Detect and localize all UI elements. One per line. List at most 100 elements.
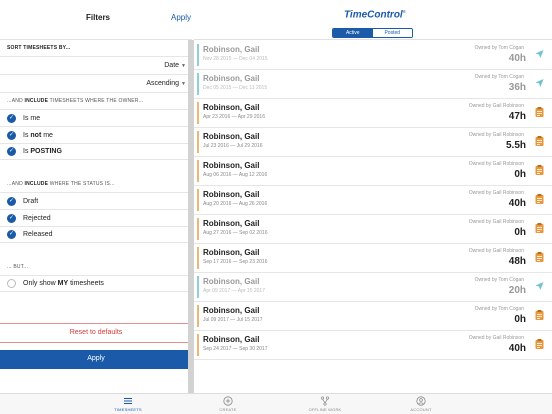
status-options: ✓ Draft ✓ Rejected ✓ Released xyxy=(0,192,192,243)
timesheet-row[interactable]: Robinson, Gail Nov 28 2015 — Dec 04 2015 O… xyxy=(194,41,552,70)
owner-label-post: TIMESHEETS WHERE THE OWNER... xyxy=(48,98,144,104)
timesheet-owner: Owned by Tom Cogan xyxy=(474,74,524,80)
radio-unchecked-icon[interactable] xyxy=(7,279,16,288)
but-section-label: ... BUT... xyxy=(0,259,192,275)
owner-option[interactable]: ✓ Is me xyxy=(0,109,192,126)
owner-option[interactable]: ✓ Is not me xyxy=(0,126,192,143)
clipboard-icon[interactable] xyxy=(535,136,544,146)
timesheet-owner: Owned by Tom Cogan xyxy=(474,45,524,51)
timesheet-hours: 47h xyxy=(508,111,526,122)
filters-title: Filters xyxy=(86,13,111,22)
checkmark-icon[interactable]: ✓ xyxy=(7,230,16,239)
timesheet-name: Robinson, Gail xyxy=(203,45,260,54)
tab-timesheets[interactable]: TIMESHEETS xyxy=(88,396,168,412)
checkmark-icon[interactable]: ✓ xyxy=(7,130,16,140)
owner-option[interactable]: ✓ Is POSTING xyxy=(0,143,192,160)
timesheet-row[interactable]: Robinson, Gail Sep 17 2016 — Sep 23 2016 O… xyxy=(194,244,552,273)
timesheet-owner: Owned by Tom Cogan xyxy=(474,277,524,283)
owner-option-text-pre: Is me xyxy=(23,114,41,122)
timesheet-hours: 40h xyxy=(508,343,526,354)
clipboard-icon[interactable] xyxy=(535,223,544,233)
checkmark-icon[interactable]: ✓ xyxy=(7,147,16,156)
timesheet-row[interactable]: Robinson, Gail Jul 23 2016 — Jul 29 2016 O… xyxy=(194,128,552,157)
sort-order-select[interactable]: Ascending ▼ xyxy=(0,74,192,92)
tab-active[interactable]: Active xyxy=(333,29,373,37)
timesheet-hours: 0h xyxy=(514,314,526,325)
timesheet-row[interactable]: Robinson, Gail Aug 20 2016 — Aug 26 2016 O… xyxy=(194,186,552,215)
send-icon[interactable] xyxy=(535,281,544,291)
send-icon[interactable] xyxy=(535,78,544,88)
timesheet-row[interactable]: Robinson, Gail Apr 09 2017 — Apr 15 2017 O… xyxy=(194,273,552,302)
timesheet-hours: 0h xyxy=(514,227,526,238)
filters-apply-link[interactable]: Apply xyxy=(171,13,191,22)
clipboard-icon[interactable] xyxy=(535,107,544,117)
clipboard-icon[interactable] xyxy=(535,165,544,175)
timesheet-name: Robinson, Gail xyxy=(203,190,260,199)
timesheet-row[interactable]: Robinson, Gail Jul 09 2017 — Jul 15 2017 O… xyxy=(194,302,552,331)
owner-option-label: Is me xyxy=(23,115,40,122)
sort-field-value: Date xyxy=(164,62,180,69)
status-segmented-control[interactable]: Active Posted xyxy=(332,28,413,38)
tab-create[interactable]: CREATE xyxy=(188,396,268,412)
timesheet-dates: Sep 17 2016 — Sep 23 2016 xyxy=(203,259,268,265)
timesheet-hours: 5.5h xyxy=(505,140,526,151)
owner-options: ✓ Is me ✓ Is not me ✓ Is POSTING xyxy=(0,109,192,160)
only-my-timesheets-label: Only show MY timesheets xyxy=(23,280,104,287)
tab-label: ACCOUNT xyxy=(410,407,432,412)
status-bar xyxy=(197,247,199,269)
timesheet-dates: Sep 24 2017 — Sep 30 2017 xyxy=(203,346,268,352)
status-bar xyxy=(197,131,199,153)
status-bar xyxy=(197,276,199,298)
checkmark-icon[interactable]: ✓ xyxy=(7,196,16,206)
menu-icon xyxy=(124,398,132,404)
list-header: TimeControl® Active Posted xyxy=(194,0,552,40)
tab-account[interactable]: ACCOUNT xyxy=(381,396,461,412)
timesheet-row[interactable]: Robinson, Gail Aug 27 2016 — Sep 02 2016 O… xyxy=(194,215,552,244)
status-bar xyxy=(197,305,199,327)
tab-posted[interactable]: Posted xyxy=(372,29,412,37)
timesheet-dates: Aug 06 2016 — Aug 12 2016 xyxy=(203,172,268,178)
checkmark-icon[interactable]: ✓ xyxy=(7,113,16,123)
timesheet-row[interactable]: Robinson, Gail Sep 24 2017 — Sep 30 2017 O… xyxy=(194,331,552,360)
filters-panel: Filters Apply SORT TIMESHEETS BY... Date… xyxy=(0,0,192,393)
reset-defaults-button[interactable]: Reset to defaults xyxy=(0,323,192,343)
status-bar xyxy=(197,102,199,124)
owner-label-pre: ...AND xyxy=(7,98,25,104)
owner-option-text-post: me xyxy=(41,131,53,139)
timesheet-row[interactable]: Robinson, Gail Dec 05 2015 — Dec 11 2015 O… xyxy=(194,70,552,99)
timesheet-dates: Nov 28 2015 — Dec 04 2015 xyxy=(203,56,268,62)
timesheet-row[interactable]: Robinson, Gail Apr 23 2016 — Apr 29 2016 O… xyxy=(194,99,552,128)
timesheet-name: Robinson, Gail xyxy=(203,74,260,83)
clipboard-icon[interactable] xyxy=(535,339,544,349)
owner-section-label: ...AND INCLUDE TIMESHEETS WHERE THE OWNE… xyxy=(0,93,192,109)
only-my-timesheets-option[interactable]: Only show MY timesheets xyxy=(0,275,192,292)
checkmark-icon[interactable]: ✓ xyxy=(7,213,16,223)
send-icon[interactable] xyxy=(535,49,544,59)
clipboard-icon[interactable] xyxy=(535,252,544,262)
apply-button[interactable]: Apply xyxy=(0,350,192,369)
status-option[interactable]: ✓ Released xyxy=(0,226,192,243)
brand-logo: TimeControl® xyxy=(344,9,406,20)
clipboard-icon[interactable] xyxy=(535,194,544,204)
timesheet-hours: 36h xyxy=(508,82,526,93)
status-bar xyxy=(197,218,199,240)
flow-icon xyxy=(320,396,330,406)
timesheet-owner: Owned by Tom Cogan xyxy=(474,306,524,312)
timesheet-row[interactable]: Robinson, Gail Aug 06 2016 — Aug 12 2016 O… xyxy=(194,157,552,186)
status-bar xyxy=(197,73,199,95)
status-option-label: Released xyxy=(23,231,53,238)
timesheet-owner: Owned by Gail Robinson xyxy=(468,335,524,341)
tab-label: OFFLINE WORK xyxy=(308,407,342,412)
timesheet-name: Robinson, Gail xyxy=(203,277,260,286)
timesheet-hours: 48h xyxy=(508,256,526,267)
clipboard-icon[interactable] xyxy=(535,310,544,320)
status-option[interactable]: ✓ Draft xyxy=(0,192,192,209)
sort-field-select[interactable]: Date ▼ xyxy=(0,56,192,74)
timesheet-dates: Dec 05 2015 — Dec 11 2015 xyxy=(203,85,268,91)
tab-offline-work[interactable]: OFFLINE WORK xyxy=(285,396,365,412)
tab-label: TIMESHEETS xyxy=(114,407,142,412)
timesheet-owner: Owned by Gail Robinson xyxy=(468,103,524,109)
timesheet-owner: Owned by Gail Robinson xyxy=(468,219,524,225)
status-option[interactable]: ✓ Rejected xyxy=(0,209,192,226)
timesheet-owner: Owned by Gail Robinson xyxy=(468,248,524,254)
